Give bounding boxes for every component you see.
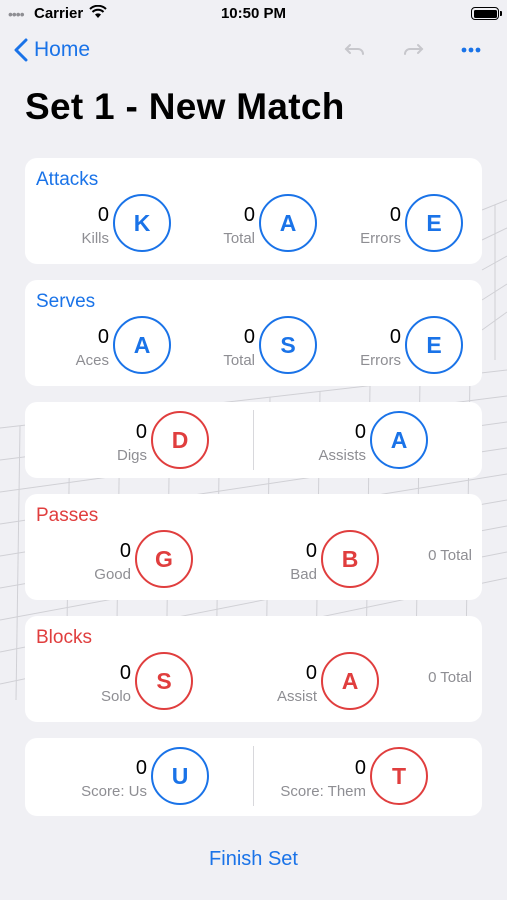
attack-total-label: Total xyxy=(223,230,255,247)
score-card: 0 Score: Us U 0 Score: Them T xyxy=(25,738,482,816)
stat-assists: 0 Assists A xyxy=(282,411,428,471)
bad-label: Bad xyxy=(290,566,317,583)
more-options-icon[interactable] xyxy=(460,42,482,58)
attack-total-count: 0 xyxy=(243,204,255,226)
passes-header: Passes xyxy=(36,505,99,526)
kills-label: Kills xyxy=(81,230,109,247)
back-button[interactable]: Home xyxy=(14,38,90,62)
battery-icon xyxy=(471,7,502,20)
assists-count: 0 xyxy=(354,421,366,443)
score-us-button[interactable]: U xyxy=(151,747,209,805)
bad-count: 0 xyxy=(305,540,317,562)
attacks-header: Attacks xyxy=(36,169,99,190)
kills-count: 0 xyxy=(97,204,109,226)
bad-pass-button[interactable]: B xyxy=(321,530,379,588)
serves-header: Serves xyxy=(36,291,96,312)
stat-serve-errors: 0 Errors E xyxy=(317,316,463,376)
serve-error-button[interactable]: E xyxy=(405,316,463,374)
stat-attack-total: 0 Total A xyxy=(171,194,317,254)
stat-aces: 0 Aces A xyxy=(25,316,171,376)
redo-icon[interactable] xyxy=(402,42,424,58)
finish-set-button[interactable]: Finish Set xyxy=(0,848,507,871)
status-bar: •••• Carrier 10:50 PM xyxy=(0,0,507,28)
dig-button[interactable]: D xyxy=(151,411,209,469)
serve-errors-count: 0 xyxy=(389,326,401,348)
divider xyxy=(253,746,254,806)
back-label: Home xyxy=(34,38,91,61)
stat-bad-passes: 0 Bad B xyxy=(233,530,379,590)
navigation-bar: Home xyxy=(0,32,507,76)
solo-block-button[interactable]: S xyxy=(135,652,193,710)
block-assist-label: Assist xyxy=(276,688,317,705)
aces-label: Aces xyxy=(75,352,109,369)
digs-label: Digs xyxy=(116,447,147,464)
score-them-button[interactable]: T xyxy=(370,747,428,805)
good-label: Good xyxy=(94,566,131,583)
attack-errors-count: 0 xyxy=(389,204,401,226)
serves-card: Serves 0 Aces A 0 Total S 0 Errors E xyxy=(25,280,482,386)
blocks-header: Blocks xyxy=(36,627,92,648)
score-us-label: Score: Us xyxy=(81,783,147,800)
stat-assist-blocks: 0 Assist A xyxy=(233,652,379,712)
undo-icon[interactable] xyxy=(344,42,366,58)
blocks-total: 0 Total xyxy=(428,669,472,686)
solo-label: Solo xyxy=(100,688,131,705)
blocks-card: Blocks 0 Solo S 0 Assist A 0 Total xyxy=(25,616,482,722)
page-title: Set 1 - New Match xyxy=(25,86,345,127)
stat-attack-errors: 0 Errors E xyxy=(317,194,463,254)
score-us-count: 0 xyxy=(135,757,147,779)
serve-total-count: 0 xyxy=(243,326,255,348)
chevron-left-icon xyxy=(14,38,28,62)
serve-errors-label: Errors xyxy=(360,352,401,369)
good-count: 0 xyxy=(119,540,131,562)
stat-digs: 0 Digs D xyxy=(63,411,209,471)
stat-score-us: 0 Score: Us U xyxy=(63,747,209,807)
score-them-label: Score: Them xyxy=(280,783,366,800)
attack-error-button[interactable]: E xyxy=(405,194,463,252)
solo-count: 0 xyxy=(119,662,131,684)
defense-card: 0 Digs D 0 Assists A xyxy=(25,402,482,478)
block-assist-count: 0 xyxy=(305,662,317,684)
stat-kills: 0 Kills K xyxy=(25,194,171,254)
aces-count: 0 xyxy=(97,326,109,348)
status-time: 10:50 PM xyxy=(220,5,287,22)
passes-card: Passes 0 Good G 0 Bad B 0 Total xyxy=(25,494,482,600)
serve-button[interactable]: S xyxy=(259,316,317,374)
attacks-card: Attacks 0 Kills K 0 Total A 0 Errors E xyxy=(25,158,482,264)
ace-button[interactable]: A xyxy=(113,316,171,374)
assist-block-button[interactable]: A xyxy=(321,652,379,710)
serve-total-label: Total xyxy=(223,352,255,369)
divider xyxy=(253,410,254,470)
score-them-count: 0 xyxy=(354,757,366,779)
passes-total: 0 Total xyxy=(428,547,472,564)
stat-serve-total: 0 Total S xyxy=(171,316,317,376)
stat-solo-blocks: 0 Solo S xyxy=(47,652,193,712)
assist-button[interactable]: A xyxy=(370,411,428,469)
assists-label: Assists xyxy=(318,447,366,464)
stat-score-them: 0 Score: Them T xyxy=(280,747,428,807)
kill-button[interactable]: K xyxy=(113,194,171,252)
good-pass-button[interactable]: G xyxy=(135,530,193,588)
digs-count: 0 xyxy=(135,421,147,443)
stat-good-passes: 0 Good G xyxy=(47,530,193,590)
attack-button[interactable]: A xyxy=(259,194,317,252)
attack-errors-label: Errors xyxy=(360,230,401,247)
